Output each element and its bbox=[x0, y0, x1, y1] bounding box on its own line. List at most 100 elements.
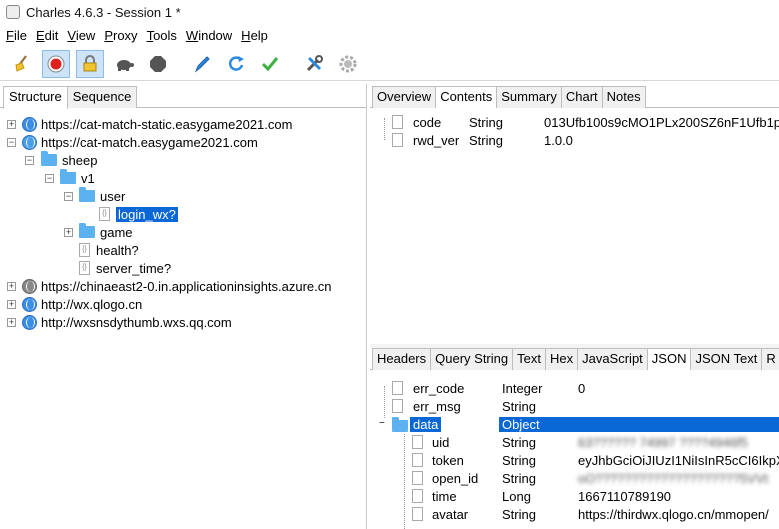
tree-folder-row[interactable]: game bbox=[79, 223, 133, 241]
menu-view[interactable]: View bbox=[67, 28, 95, 43]
throttle-button[interactable] bbox=[110, 50, 138, 78]
field-icon bbox=[412, 435, 423, 449]
response-tab-bar: Headers Query String Text Hex JavaScript… bbox=[370, 346, 779, 370]
tree-folder-row[interactable]: sheep bbox=[41, 151, 97, 169]
tab-contents[interactable]: Contents bbox=[435, 86, 498, 108]
menu-window[interactable]: Window bbox=[186, 28, 232, 43]
menu-tools[interactable]: Tools bbox=[147, 28, 177, 43]
tab-notes[interactable]: Notes bbox=[601, 86, 646, 108]
clear-session-button[interactable] bbox=[8, 50, 36, 78]
tab-query-string[interactable]: Query String bbox=[430, 348, 514, 370]
param-row[interactable]: rwd_ver String 1.0.0 bbox=[392, 131, 573, 149]
record-button[interactable] bbox=[42, 49, 70, 78]
tree-folder-row[interactable]: user bbox=[79, 187, 125, 205]
tree-host-row[interactable]: http://wx.qlogo.cn bbox=[22, 295, 142, 313]
left-tab-bar: Structure Sequence bbox=[0, 84, 366, 109]
json-type: String bbox=[502, 435, 536, 450]
json-row[interactable]: err_msg String bbox=[370, 398, 779, 416]
globe-icon bbox=[22, 314, 37, 330]
json-key: uid bbox=[432, 435, 450, 450]
tree-request-row-selected[interactable]: {} login_wx? bbox=[99, 205, 178, 223]
tab-hex[interactable]: Hex bbox=[544, 348, 579, 370]
tab-json[interactable]: JSON bbox=[646, 348, 692, 370]
collapse-toggle[interactable]: − bbox=[45, 174, 54, 183]
json-type: Object bbox=[499, 417, 779, 432]
json-key: open_id bbox=[432, 471, 479, 486]
request-file-icon: {} bbox=[79, 243, 90, 257]
globe-icon bbox=[22, 296, 37, 312]
tab-javascript[interactable]: JavaScript bbox=[577, 348, 648, 370]
expand-toggle[interactable]: + bbox=[7, 120, 16, 129]
request-label: login_wx? bbox=[116, 206, 178, 222]
field-icon bbox=[392, 133, 403, 147]
collapse-toggle[interactable]: − bbox=[7, 138, 16, 147]
collapse-toggle[interactable]: − bbox=[25, 156, 34, 165]
folder-label: v1 bbox=[81, 170, 95, 186]
record-icon bbox=[47, 55, 65, 72]
tab-overview[interactable]: Overview bbox=[372, 86, 437, 108]
tools-button[interactable] bbox=[300, 50, 328, 78]
field-icon bbox=[412, 453, 423, 467]
validate-button[interactable] bbox=[256, 50, 284, 78]
expand-toggle[interactable]: + bbox=[7, 318, 16, 327]
json-row[interactable]: uid String 63?????? 74997 ????4946f5 bbox=[370, 434, 779, 452]
ssl-proxying-button[interactable] bbox=[76, 49, 104, 78]
json-key: avatar bbox=[432, 507, 469, 522]
json-row[interactable]: time Long 1667110789190 bbox=[370, 488, 779, 506]
tab-structure[interactable]: Structure bbox=[3, 86, 68, 109]
param-row[interactable]: code String 013Ufb100s9cMO1PLx200SZ6nF1U… bbox=[392, 113, 779, 131]
repeat-button[interactable] bbox=[222, 50, 250, 78]
tab-headers[interactable]: Headers bbox=[372, 348, 432, 370]
expand-toggle[interactable]: + bbox=[7, 300, 16, 309]
folder-icon bbox=[79, 187, 95, 202]
param-name: rwd_ver bbox=[413, 132, 460, 148]
menu-help[interactable]: Help bbox=[241, 28, 268, 43]
json-type: String bbox=[502, 453, 536, 468]
expand-toggle[interactable]: + bbox=[64, 228, 73, 237]
tree-host-row[interactable]: https://chinaeast2-0.in.applicationinsig… bbox=[22, 277, 332, 295]
json-type: String bbox=[502, 507, 536, 522]
menu-edit[interactable]: Edit bbox=[36, 28, 58, 43]
json-key: data bbox=[410, 417, 442, 432]
tree-request-row[interactable]: {} server_time? bbox=[79, 259, 171, 277]
tree-folder-row[interactable]: v1 bbox=[60, 169, 95, 187]
tree-host-row[interactable]: https://cat-match-static.easygame2021.co… bbox=[22, 115, 292, 133]
collapse-toggle[interactable]: − bbox=[379, 418, 385, 429]
menu-proxy[interactable]: Proxy bbox=[104, 28, 137, 43]
gear-icon bbox=[339, 55, 357, 72]
tab-json-text[interactable]: JSON Text bbox=[690, 348, 763, 370]
json-row-selected[interactable]: − data Object bbox=[370, 416, 779, 434]
tab-chart[interactable]: Chart bbox=[560, 86, 603, 108]
tree-host-row[interactable]: http://wxsnsdythumb.wxs.qq.com bbox=[22, 313, 232, 331]
json-type: Long bbox=[502, 489, 531, 504]
compose-button[interactable] bbox=[188, 50, 216, 78]
settings-button[interactable] bbox=[334, 50, 362, 78]
expand-toggle[interactable]: + bbox=[7, 282, 16, 291]
json-row[interactable]: open_id String oO????????????????????5VV… bbox=[370, 470, 779, 488]
host-label: http://wx.qlogo.cn bbox=[41, 296, 143, 312]
tab-text[interactable]: Text bbox=[512, 348, 546, 370]
tab-sequence[interactable]: Sequence bbox=[66, 86, 138, 108]
title-bar: Charles 4.6.3 - Session 1 * bbox=[0, 0, 779, 24]
json-type: String bbox=[502, 471, 536, 486]
menu-bar: File Edit View Proxy Tools Window Help bbox=[0, 24, 779, 46]
tab-raw[interactable]: R bbox=[761, 348, 779, 370]
json-value: 0 bbox=[578, 381, 586, 396]
json-row[interactable]: token String eyJhbGciOiJIUzI1NiIsInR5cCI… bbox=[370, 452, 779, 470]
menu-file[interactable]: File bbox=[6, 28, 27, 43]
refresh-icon bbox=[228, 55, 244, 71]
field-icon bbox=[392, 399, 403, 413]
globe-icon bbox=[22, 116, 37, 132]
tab-summary[interactable]: Summary bbox=[496, 86, 562, 108]
json-row[interactable]: avatar String https://thirdwx.qlogo.cn/m… bbox=[370, 506, 779, 524]
tree-host-row[interactable]: https://cat-match.easygame2021.com bbox=[22, 133, 258, 151]
tree-request-row[interactable]: {} health? bbox=[79, 241, 139, 259]
breakpoints-button[interactable] bbox=[144, 50, 172, 78]
broom-icon bbox=[15, 54, 27, 72]
collapse-toggle[interactable]: − bbox=[64, 192, 73, 201]
json-value: eyJhbGciOiJIUzI1NiIsInR5cCI6IkpX bbox=[578, 453, 779, 468]
json-row[interactable]: err_code Integer 0 bbox=[370, 380, 779, 398]
stop-icon bbox=[150, 55, 166, 72]
json-value: https://thirdwx.qlogo.cn/mmopen/ bbox=[578, 507, 769, 522]
request-file-icon: {} bbox=[99, 207, 110, 221]
